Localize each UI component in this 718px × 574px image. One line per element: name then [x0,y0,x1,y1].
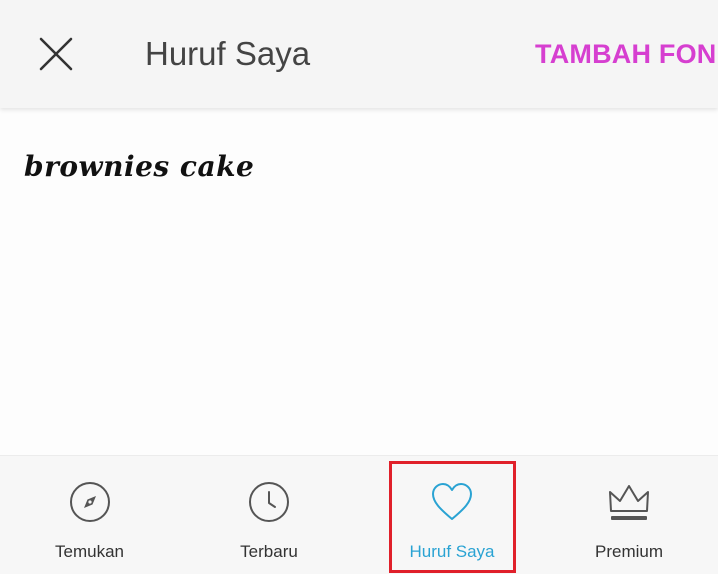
nav-label-terbaru: Terbaru [240,542,298,561]
nav-item-premium[interactable]: Premium [540,456,718,574]
font-list: brownies cake [0,108,718,455]
nav-item-terbaru[interactable]: Terbaru [179,456,359,574]
bottom-navigation: Temukan Terbaru Huruf Saya Premium [0,455,718,574]
crown-icon [609,485,649,520]
add-font-button[interactable]: TAMBAH FON [535,36,716,72]
heart-icon [432,483,472,520]
compass-icon [69,482,110,522]
close-icon [39,37,73,71]
font-item-brownies-cake[interactable]: brownies cake [0,138,718,198]
clock-icon [249,482,289,522]
nav-label-premium: Premium [594,542,663,561]
nav-item-temukan[interactable]: Temukan [0,456,179,574]
close-button[interactable] [28,26,84,82]
top-app-bar: Huruf Saya TAMBAH FON [0,0,718,108]
nav-label-temukan: Temukan [55,542,124,561]
nav-label-huruf-saya: Huruf Saya [409,542,495,561]
font-preview-text: brownies cake [24,150,254,183]
font-preview: brownies cake [24,150,254,183]
nav-item-huruf-saya[interactable]: Huruf Saya [389,456,515,574]
page-title: Huruf Saya [145,35,311,72]
